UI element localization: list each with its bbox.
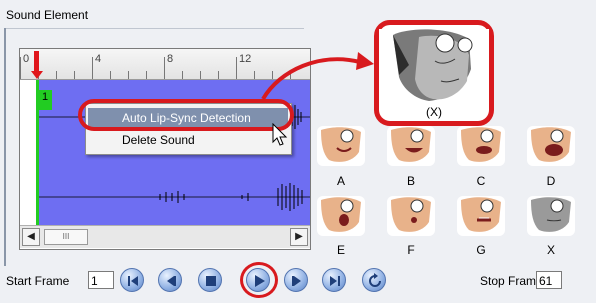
loop-button[interactable] xyxy=(362,268,386,292)
first-frame-button[interactable] xyxy=(120,268,144,292)
mouth-preview-image xyxy=(379,29,489,105)
ruler-tick xyxy=(74,71,75,79)
next-frame-button[interactable] xyxy=(284,268,308,292)
ruler-tick xyxy=(272,71,273,79)
horizontal-scrollbar[interactable]: ◀ III ▶ xyxy=(20,225,310,248)
mouth-shape-e-label: E xyxy=(336,243,345,257)
ruler-tick xyxy=(290,71,291,79)
mouth-shape-a-thumbnail[interactable] xyxy=(317,126,365,166)
step-back-icon xyxy=(167,276,176,286)
ruler-label: 8 xyxy=(167,53,174,65)
panel-title: Sound Element xyxy=(6,8,89,22)
mouth-shape-d-label: D xyxy=(546,174,556,188)
ruler-tick xyxy=(218,71,219,79)
stop-button[interactable] xyxy=(198,268,222,292)
mouth-shape-b-image xyxy=(387,126,435,166)
mouth-shape-c-thumbnail[interactable] xyxy=(457,126,505,166)
ruler-label: 12 xyxy=(239,53,252,65)
ruler-tick xyxy=(164,57,165,79)
stop-frame-input[interactable]: 61 xyxy=(536,271,562,289)
highlight-ring-menu-item xyxy=(78,99,294,131)
ruler-label: 0 xyxy=(23,53,30,65)
mouth-shape-e-image xyxy=(317,196,365,236)
ruler-tick xyxy=(146,71,147,79)
mouth-shape-f-image xyxy=(387,196,435,236)
mouth-shape-x-thumbnail[interactable] xyxy=(527,196,575,236)
step-forward-icon xyxy=(292,276,301,286)
play-button-highlight xyxy=(240,262,278,298)
mouth-preview-highlight: (X) xyxy=(374,20,494,126)
mouth-shape-g-label: G xyxy=(476,243,486,257)
ruler-tick xyxy=(110,71,111,79)
frame-ruler[interactable]: 0 4 8 12 xyxy=(20,49,310,80)
skip-to-end-icon xyxy=(330,276,340,286)
loop-icon xyxy=(369,273,381,287)
ruler-tick xyxy=(254,71,255,79)
previous-frame-button[interactable] xyxy=(158,268,182,292)
ruler-tick xyxy=(92,57,93,79)
ruler-tick xyxy=(182,71,183,79)
mouth-shape-b-label: B xyxy=(406,174,415,188)
ruler-tick xyxy=(200,71,201,79)
mouth-shape-a-label: A xyxy=(336,174,345,188)
mouth-shape-d-thumbnail[interactable] xyxy=(527,126,575,166)
skip-to-start-icon xyxy=(128,276,138,286)
mouth-shape-x-label: X xyxy=(546,243,555,257)
ruler-tick xyxy=(20,57,21,79)
stop-frame-label: Stop Frame xyxy=(480,274,543,288)
playhead-tip[interactable] xyxy=(31,71,43,79)
mouth-shape-g-image xyxy=(457,196,505,236)
mouth-preview-label: (X) xyxy=(426,105,442,119)
mouse-pointer-icon xyxy=(272,123,288,146)
playback-controls: Start Frame 1 Stop Frame 61 xyxy=(6,262,590,298)
frame-number-badge: 1 xyxy=(38,90,52,110)
mouth-shape-c-label: C xyxy=(476,174,486,188)
mouth-shape-e-thumbnail[interactable] xyxy=(317,196,365,236)
panel-left-border xyxy=(4,28,6,266)
scroll-left-button[interactable]: ◀ xyxy=(22,228,40,246)
sound-element-panel: Sound Element 0 4 8 12 1 ◀ III ▶ Auto Li… xyxy=(0,0,596,303)
mouth-shape-c-image xyxy=(457,126,505,166)
mouth-shape-b-thumbnail[interactable] xyxy=(387,126,435,166)
start-frame-input[interactable]: 1 xyxy=(88,271,114,289)
mouth-shape-a-image xyxy=(317,126,365,166)
panel-top-rule xyxy=(4,28,304,29)
mouth-shape-x-image xyxy=(527,196,575,236)
playhead-marker[interactable] xyxy=(34,51,39,73)
scroll-right-button[interactable]: ▶ xyxy=(290,228,308,246)
mouth-shape-g-thumbnail[interactable] xyxy=(457,196,505,236)
ruler-tick xyxy=(236,57,237,79)
ruler-label: 4 xyxy=(95,53,102,65)
ruler-tick xyxy=(56,71,57,79)
ruler-tick xyxy=(128,71,129,79)
scrollbar-thumb[interactable]: III xyxy=(44,229,88,245)
stop-icon xyxy=(206,276,216,286)
mouth-shape-d-image xyxy=(527,126,575,166)
last-frame-button[interactable] xyxy=(322,268,346,292)
menu-item-delete-sound[interactable]: Delete Sound xyxy=(88,130,288,150)
start-frame-label: Start Frame xyxy=(6,274,70,288)
mouth-shape-f-label: F xyxy=(407,243,415,257)
mouth-shape-f-thumbnail[interactable] xyxy=(387,196,435,236)
